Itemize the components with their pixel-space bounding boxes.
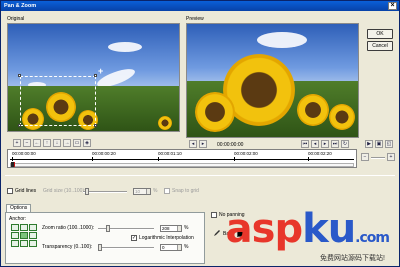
anchor-middle-right[interactable] bbox=[29, 232, 37, 239]
pan-zoom-dialog: Pan & Zoom × Original Preview + OK Cance… bbox=[0, 0, 400, 267]
anchor-top-left[interactable] bbox=[11, 224, 19, 231]
arrow-left-icon[interactable]: ← bbox=[33, 139, 41, 147]
fit-icon[interactable]: ▭ bbox=[73, 139, 81, 147]
preview-image-panel bbox=[186, 23, 359, 138]
grid-size-unit: % bbox=[153, 188, 158, 194]
sunflower-image bbox=[329, 104, 355, 130]
grid-size-input[interactable]: 10 bbox=[133, 188, 151, 195]
timeline-label: 00:00:02:20 bbox=[308, 151, 332, 156]
resize-handle[interactable] bbox=[94, 74, 97, 77]
timeline-label: 00:00:00:20 bbox=[92, 151, 116, 156]
anchor-middle-left[interactable] bbox=[11, 232, 19, 239]
next-keyframe-icon[interactable]: ▸ bbox=[199, 140, 207, 148]
transparency-thumb[interactable] bbox=[98, 244, 102, 251]
previous-keyframe-icon[interactable]: ◂ bbox=[189, 140, 197, 148]
anchor-label: Anchor: bbox=[9, 216, 27, 222]
sunflower-image bbox=[195, 92, 235, 132]
ok-button[interactable]: OK bbox=[367, 29, 393, 39]
timecode-display: 00:00:00:00 bbox=[217, 142, 244, 148]
timeline-tick bbox=[158, 157, 159, 161]
center-icon[interactable]: ◈ bbox=[83, 139, 91, 147]
cloud-shape bbox=[108, 42, 142, 52]
window-title: Pan & Zoom bbox=[4, 3, 37, 9]
zoom-ratio-input[interactable]: 208 bbox=[160, 225, 182, 232]
transparency-unit: % bbox=[184, 244, 189, 250]
timeline-tick bbox=[308, 157, 309, 161]
zoom-ratio-thumb[interactable] bbox=[106, 225, 110, 232]
timeline-ruler bbox=[10, 159, 354, 160]
timeline-zoom-slider[interactable] bbox=[371, 157, 385, 159]
sunflower-image bbox=[297, 94, 329, 126]
step-forward-icon[interactable]: ▸ bbox=[321, 140, 329, 148]
resize-handle[interactable] bbox=[18, 74, 21, 77]
title-bar: Pan & Zoom × bbox=[1, 1, 399, 11]
original-image-panel[interactable]: + bbox=[7, 23, 180, 132]
timeline-tick bbox=[12, 157, 13, 161]
zoom-timeline-out-icon[interactable]: − bbox=[361, 153, 369, 161]
zoom-ratio-unit: % bbox=[184, 225, 189, 231]
arrow-up-icon[interactable]: ↑ bbox=[43, 139, 51, 147]
grid-lines-label: Grid lines bbox=[15, 188, 37, 194]
anchor-bottom-left[interactable] bbox=[11, 240, 19, 247]
no-panning-checkbox[interactable] bbox=[211, 212, 217, 218]
log-interpolation-checkbox[interactable]: ✓ bbox=[131, 235, 137, 241]
preview-label: Preview bbox=[186, 16, 204, 22]
section-divider bbox=[5, 175, 395, 176]
snap-to-grid-checkbox[interactable] bbox=[164, 188, 170, 194]
snap-to-grid-label: Snap to grid bbox=[172, 188, 199, 194]
transparency-label: Transparency (0..100): bbox=[42, 244, 93, 250]
cloud-shape bbox=[257, 32, 307, 48]
sunflower-image bbox=[158, 116, 172, 130]
log-interpolation-label: Logarithmic Interpolation bbox=[139, 235, 194, 241]
preview-mode-icon[interactable]: ▣ bbox=[375, 140, 383, 148]
loop-icon[interactable]: ↻ bbox=[341, 140, 349, 148]
zoom-out-icon[interactable]: − bbox=[23, 139, 31, 147]
anchor-bottom-right[interactable] bbox=[29, 240, 37, 247]
options-tab-page: Anchor: Zoom ratio (100..1000): 208 % ✓ … bbox=[5, 212, 205, 264]
go-to-end-icon[interactable]: ⏭ bbox=[331, 140, 339, 148]
anchor-top-center[interactable] bbox=[20, 224, 28, 231]
arrow-right-icon[interactable]: → bbox=[63, 139, 71, 147]
anchor-grid[interactable] bbox=[11, 224, 37, 247]
tab-options[interactable]: Options bbox=[6, 204, 32, 212]
transparency-input[interactable]: 0 bbox=[160, 244, 182, 251]
resize-handle[interactable] bbox=[94, 124, 97, 127]
arrow-down-icon[interactable]: ↓ bbox=[53, 139, 61, 147]
resize-handle[interactable] bbox=[18, 124, 21, 127]
timeline-tick bbox=[234, 157, 235, 161]
timeline-label: 00:00:01:10 bbox=[158, 151, 182, 156]
original-label: Original bbox=[7, 16, 25, 22]
timeline-label: 00:00:02:00 bbox=[234, 151, 258, 156]
timeline-tick bbox=[92, 157, 93, 161]
zoom-in-icon[interactable]: + bbox=[13, 139, 21, 147]
move-crosshair-icon[interactable]: + bbox=[98, 67, 103, 76]
anchor-top-right[interactable] bbox=[29, 224, 37, 231]
play-icon[interactable]: ▶ bbox=[365, 140, 373, 148]
grid-size-thumb[interactable] bbox=[85, 188, 89, 195]
zoom-timeline-in-icon[interactable]: + bbox=[387, 153, 395, 161]
watermark-logo: aspku.com bbox=[225, 206, 390, 252]
anchor-bottom-center[interactable] bbox=[20, 240, 28, 247]
close-icon[interactable]: × bbox=[388, 2, 397, 10]
watermark-subtitle: 免费网站源码下载站! bbox=[320, 255, 385, 262]
cancel-button[interactable]: Cancel bbox=[367, 41, 393, 51]
transparency-slider[interactable] bbox=[98, 247, 154, 249]
fullscreen-icon[interactable]: ◱ bbox=[385, 140, 393, 148]
grid-size-slider[interactable] bbox=[83, 191, 127, 193]
timeline-label: 00:00:00:00 bbox=[12, 151, 36, 156]
grid-size-label: Grid size (10..100): bbox=[43, 188, 86, 194]
grid-lines-checkbox[interactable] bbox=[7, 188, 13, 194]
step-back-icon[interactable]: ◂ bbox=[311, 140, 319, 148]
keyframe-track[interactable] bbox=[10, 163, 354, 167]
anchor-center[interactable] bbox=[20, 232, 28, 239]
pen-icon[interactable] bbox=[213, 229, 221, 237]
timeline[interactable]: 00:00:00:00 00:00:00:20 00:00:01:10 00:0… bbox=[7, 149, 357, 168]
playhead-marker[interactable] bbox=[11, 162, 14, 167]
go-to-start-icon[interactable]: ⏮ bbox=[301, 140, 309, 148]
zoom-ratio-label: Zoom ratio (100..1000): bbox=[42, 225, 95, 231]
zoom-selection-box[interactable] bbox=[20, 76, 96, 126]
